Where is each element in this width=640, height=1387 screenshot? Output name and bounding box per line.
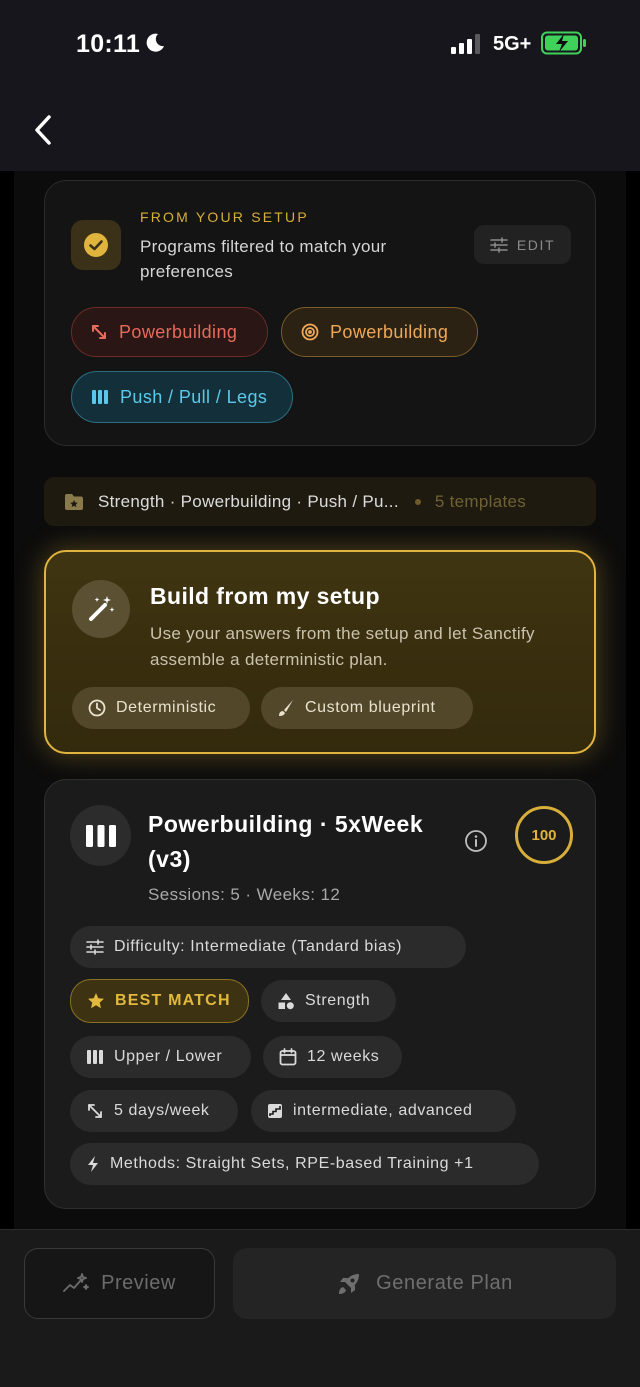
level-tag: intermediate, advanced <box>251 1090 516 1132</box>
frequency-tag-label: 5 days/week <box>114 1102 210 1119</box>
chevron-left-icon <box>35 115 51 145</box>
setup-description: Programs filtered to match your preferen… <box>140 237 387 281</box>
style-chip-label: Powerbuilding <box>330 321 449 342</box>
arrows-diagonal-icon <box>92 325 106 339</box>
sliders-icon <box>490 236 508 253</box>
deterministic-chip-label: Deterministic <box>116 699 217 716</box>
calendar-icon <box>279 1048 297 1066</box>
program-badge <box>70 805 131 866</box>
level-icon <box>268 1104 282 1118</box>
build-title: Build from my setup <box>150 583 380 609</box>
custom-blueprint-chip-label: Custom blueprint <box>305 699 436 716</box>
preview-button[interactable]: Preview <box>24 1248 215 1319</box>
goal-chip: Powerbuilding <box>71 307 268 357</box>
back-button[interactable] <box>26 110 60 150</box>
duration-tag-label: 12 weeks <box>307 1048 380 1065</box>
bolt-icon <box>88 1156 98 1172</box>
arrows-diagonal-icon <box>88 1104 102 1118</box>
custom-blueprint-chip: Custom blueprint <box>261 687 473 729</box>
generate-plan-label: Generate Plan <box>376 1272 513 1294</box>
methods-tag: Methods: Straight Sets, RPE-based Traini… <box>70 1143 539 1185</box>
best-match-label: BEST MATCH <box>115 992 231 1009</box>
build-from-setup-card[interactable]: Build from my setup Use your answers fro… <box>44 550 596 754</box>
methods-tag-label: Methods: Straight Sets, RPE-based Traini… <box>110 1155 474 1172</box>
columns-icon <box>92 390 108 404</box>
category-tag: Strength <box>261 980 396 1022</box>
match-score: 100 <box>515 806 573 864</box>
split-chip: Push / Pull / Legs <box>71 371 293 423</box>
build-description: Use your answers from the setup and let … <box>150 624 535 669</box>
best-match-badge: BEST MATCH <box>70 979 249 1023</box>
signal-icon <box>451 34 480 54</box>
difficulty-tag: Difficulty: Intermediate (Tandard bias) <box>70 926 466 968</box>
shapes-icon <box>278 993 294 1010</box>
generate-plan-button[interactable]: Generate Plan <box>233 1248 616 1319</box>
setup-summary-card: FROM YOUR SETUP Programs filtered to mat… <box>44 180 596 446</box>
program-card[interactable]: Powerbuilding · 5xWeek (v3) 100 Sessions… <box>44 779 596 1209</box>
deterministic-chip: Deterministic <box>72 687 250 729</box>
split-tag-label: Upper / Lower <box>114 1048 223 1065</box>
battery-charging-icon <box>541 31 586 55</box>
category-tag-label: Strength <box>305 992 371 1009</box>
network-label: 5G+ <box>493 33 532 55</box>
template-count: 5 templates <box>434 491 527 511</box>
filter-summary-text: Strength · Powerbuilding · Push / Pu... <box>98 491 399 511</box>
columns-icon <box>85 824 116 847</box>
filter-summary-bar: Strength · Powerbuilding · Push / Pu... … <box>44 477 596 526</box>
top-bar: 10:11 5G+ <box>0 0 640 171</box>
brush-icon <box>279 700 293 716</box>
sparkle-icon <box>63 1272 90 1292</box>
style-chip: Powerbuilding <box>281 307 478 357</box>
preview-label: Preview <box>101 1272 176 1294</box>
goal-chip-label: Powerbuilding <box>119 321 238 342</box>
edit-setup-button[interactable]: EDIT <box>474 225 571 264</box>
magic-wand-icon <box>89 596 115 621</box>
frequency-tag: 5 days/week <box>70 1090 238 1132</box>
star-icon <box>88 993 104 1009</box>
target-icon <box>301 323 319 341</box>
check-circle-icon <box>84 233 108 257</box>
clock-icon <box>88 699 106 717</box>
setup-eyebrow: FROM YOUR SETUP <box>140 209 309 225</box>
split-chip-label: Push / Pull / Legs <box>120 386 268 407</box>
level-tag-label: intermediate, advanced <box>293 1102 473 1119</box>
program-meta: Sessions: 5 · Weeks: 12 <box>148 885 341 904</box>
folder-star-icon <box>65 493 83 510</box>
edit-label: EDIT <box>516 236 556 253</box>
setup-badge <box>71 220 121 270</box>
split-tag: Upper / Lower <box>70 1036 251 1078</box>
bottom-action-bar: Preview Generate Plan <box>0 1229 640 1387</box>
moon-icon <box>146 33 164 52</box>
difficulty-tag-label: Difficulty: Intermediate (Tandard bias) <box>114 938 403 955</box>
program-title: Powerbuilding · 5xWeek (v3) <box>148 811 424 872</box>
wand-badge <box>72 580 130 638</box>
columns-icon <box>87 1050 103 1064</box>
sliders-icon <box>86 939 104 955</box>
info-icon[interactable] <box>464 829 488 853</box>
rocket-icon <box>339 1273 360 1294</box>
status-time: 10:11 <box>76 30 141 58</box>
duration-tag: 12 weeks <box>263 1036 402 1078</box>
separator-dot <box>414 498 421 505</box>
